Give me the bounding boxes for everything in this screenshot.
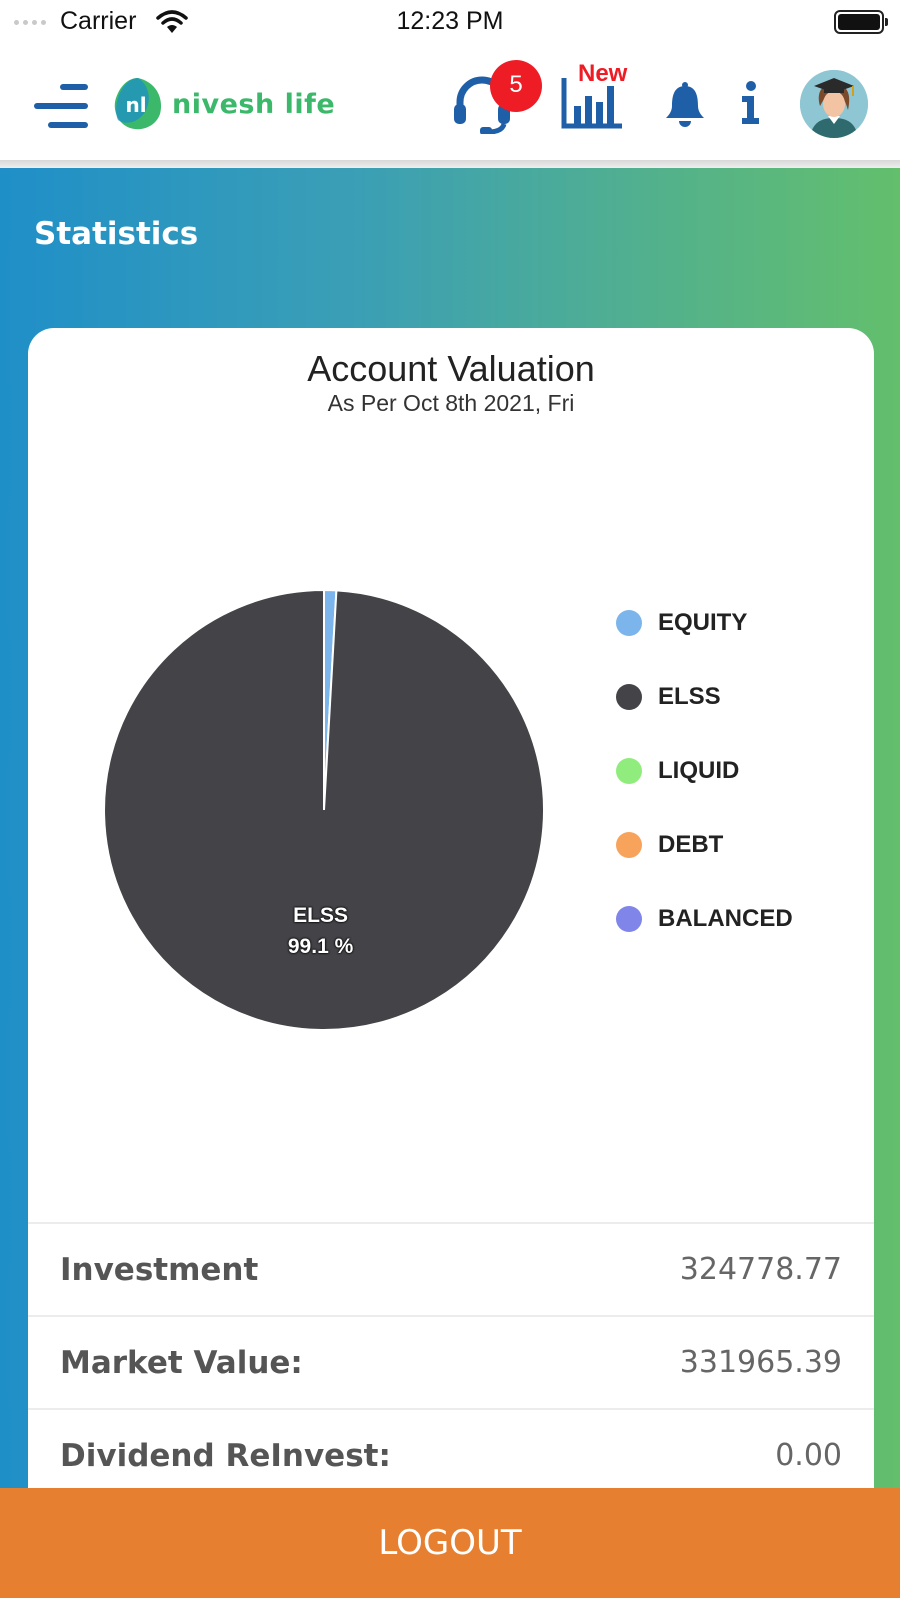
menu-icon[interactable] <box>34 84 88 130</box>
stats-list: Investment 324778.77 Market Value: 33196… <box>28 1222 874 1498</box>
app-logo: nl nivesh life <box>112 74 335 134</box>
logo-text: nivesh life <box>172 88 336 120</box>
legend-label: DEBT <box>658 831 724 858</box>
stat-value: 331965.39 <box>679 1345 842 1380</box>
legend-color-dot <box>616 684 642 710</box>
stat-row-market-value: Market Value: 331965.39 <box>28 1315 874 1408</box>
logo-mark-icon: nl <box>114 78 162 130</box>
header-divider <box>0 160 900 168</box>
pie-data-label-category: ELSS <box>293 903 348 927</box>
legend-item-debt[interactable]: DEBT <box>616 808 793 882</box>
avatar[interactable] <box>800 70 868 138</box>
stat-value: 0.00 <box>775 1438 842 1473</box>
legend-color-dot <box>616 610 642 636</box>
legend-color-dot <box>616 832 642 858</box>
chart-title: Account Valuation <box>307 348 595 389</box>
legend-label: ELSS <box>658 683 721 710</box>
legend-label: BALANCED <box>658 905 793 932</box>
pie-slice-elss[interactable] <box>103 588 546 1031</box>
legend-item-balanced[interactable]: BALANCED <box>616 882 793 956</box>
notification-count-badge: 5 <box>490 60 542 112</box>
chart-legend: EQUITY ELSS LIQUID DEBT BALANCED <box>616 586 793 956</box>
stat-label: Market Value: <box>60 1344 303 1381</box>
legend-item-equity[interactable]: EQUITY <box>616 586 793 660</box>
legend-color-dot <box>616 906 642 932</box>
chart-subtitle: As Per Oct 8th 2021, Fri <box>327 390 575 416</box>
stat-row-investment: Investment 324778.77 <box>28 1222 874 1315</box>
legend-label: EQUITY <box>658 609 748 636</box>
pie-chart <box>103 588 546 1031</box>
page-title: Statistics <box>34 216 199 252</box>
legend-color-dot <box>616 758 642 784</box>
stat-value: 324778.77 <box>679 1252 842 1287</box>
stat-label: Dividend ReInvest: <box>60 1437 391 1474</box>
logout-button[interactable]: LOGOUT <box>0 1488 900 1598</box>
bar-chart-icon[interactable] <box>560 76 624 130</box>
stat-row-dividend-reinvest: Dividend ReInvest: 0.00 <box>28 1408 874 1498</box>
account-valuation-card: Account Valuation As Per Oct 8th 2021, F… <box>28 328 874 1498</box>
svg-text:nl: nl <box>125 93 146 117</box>
clock: 12:23 PM <box>396 7 504 35</box>
pie-data-label-value: 99.1 % <box>287 934 354 958</box>
status-bar: Carrier 12:23 PM <box>0 0 900 46</box>
bell-icon[interactable] <box>664 82 706 128</box>
legend-item-elss[interactable]: ELSS <box>616 660 793 734</box>
pie-data-label: ELSS 99.1 % <box>281 900 361 962</box>
battery-icon <box>834 10 888 34</box>
legend-item-liquid[interactable]: LIQUID <box>616 734 793 808</box>
app-header: nl nivesh life 5 New <box>0 46 900 164</box>
info-icon[interactable] <box>738 80 762 126</box>
stat-label: Investment <box>60 1251 259 1288</box>
legend-label: LIQUID <box>658 757 740 784</box>
